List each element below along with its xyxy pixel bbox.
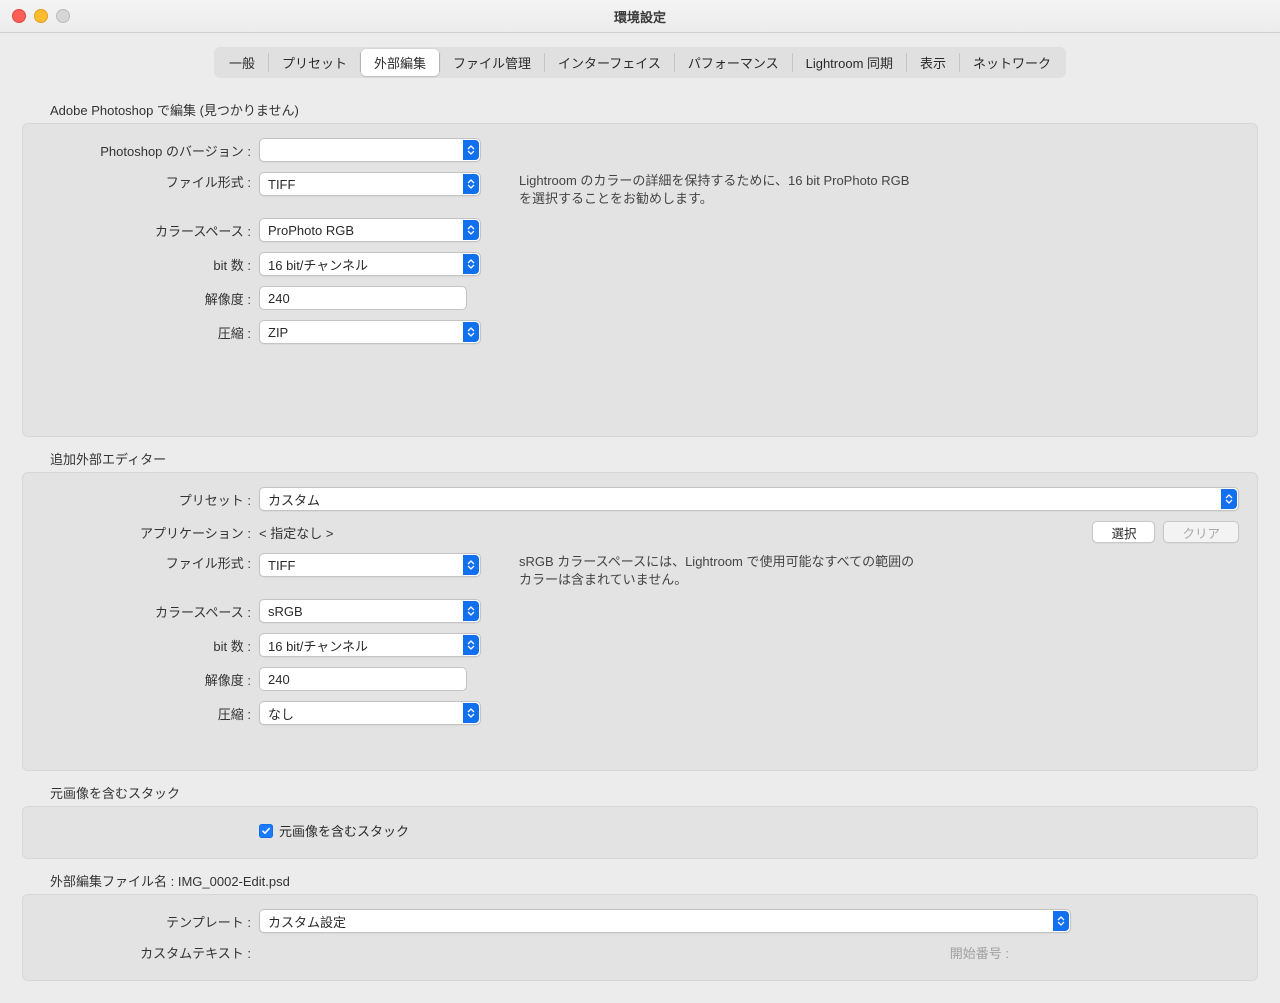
preferences-tabstrip: 一般 プリセット 外部編集 ファイル管理 インターフェイス パフォーマンス Li…	[0, 47, 1280, 78]
additional-bit-depth-label: bit 数 :	[41, 636, 259, 655]
dropdown-arrows-icon	[1221, 489, 1237, 509]
stack-section-title: 元画像を含むスタック	[50, 783, 1258, 802]
additional-bit-depth-select[interactable]: 16 bit/チャンネル	[259, 633, 481, 657]
stack-with-original-label: 元画像を含むスタック	[279, 821, 409, 840]
filename-section-title-value: IMG_0002-Edit.psd	[178, 874, 290, 889]
dropdown-arrows-icon	[463, 555, 479, 575]
zoom-window-button	[56, 9, 70, 23]
ps-hint-text: Lightroom のカラーの詳細を保持するために、16 bit ProPhot…	[519, 172, 919, 208]
additional-file-format-select[interactable]: TIFF	[259, 553, 481, 577]
tab-network[interactable]: ネットワーク	[960, 49, 1064, 76]
tab-file-handling[interactable]: ファイル管理	[440, 49, 544, 76]
window-titlebar: 環境設定	[0, 0, 1280, 33]
template-value: カスタム設定	[268, 912, 346, 931]
additional-resolution-input[interactable]: 240	[259, 667, 467, 691]
tab-general[interactable]: 一般	[216, 49, 268, 76]
photoshop-panel: Photoshop のバージョン : ファイル形式 : TIFF Lightro…	[22, 123, 1258, 437]
photoshop-section-title: Adobe Photoshop で編集 (見つかりません)	[50, 100, 1258, 119]
ps-bit-depth-label: bit 数 :	[41, 255, 259, 274]
photoshop-version-label: Photoshop のバージョン :	[41, 141, 259, 160]
ps-compression-value: ZIP	[268, 325, 288, 340]
additional-color-space-label: カラースペース :	[41, 602, 259, 621]
dropdown-arrows-icon	[463, 322, 479, 342]
additional-resolution-label: 解像度 :	[41, 670, 259, 689]
additional-file-format-label: ファイル形式 :	[41, 553, 259, 572]
ps-color-space-label: カラースペース :	[41, 221, 259, 240]
filename-section-title: 外部編集ファイル名 : IMG_0002-Edit.psd	[50, 871, 1258, 890]
ps-file-format-select[interactable]: TIFF	[259, 172, 481, 196]
ps-color-space-value: ProPhoto RGB	[268, 223, 354, 238]
ps-bit-depth-value: 16 bit/チャンネル	[268, 255, 368, 274]
template-select[interactable]: カスタム設定	[259, 909, 1071, 933]
close-window-button[interactable]	[12, 9, 26, 23]
additional-hint-text: sRGB カラースペースには、Lightroom で使用可能なすべての範囲のカラ…	[519, 553, 919, 589]
additional-resolution-value: 240	[268, 672, 290, 687]
clear-application-button: クリア	[1163, 521, 1239, 543]
ps-color-space-select[interactable]: ProPhoto RGB	[259, 218, 481, 242]
additional-application-value: < 指定なし >	[259, 523, 333, 542]
filename-section-title-prefix: 外部編集ファイル名 :	[50, 874, 178, 889]
ps-file-format-value: TIFF	[268, 177, 295, 192]
additional-panel: プリセット : カスタム アプリケーション : < 指定なし > 選択 クリア …	[22, 472, 1258, 771]
dropdown-arrows-icon	[463, 601, 479, 621]
tab-external-editing[interactable]: 外部編集	[361, 49, 439, 76]
dropdown-arrows-icon	[463, 140, 479, 160]
additional-preset-value: カスタム	[268, 490, 320, 509]
start-number-label: 開始番号 :	[950, 943, 1009, 962]
ps-compression-select[interactable]: ZIP	[259, 320, 481, 344]
window-title: 環境設定	[0, 7, 1280, 26]
ps-resolution-label: 解像度 :	[41, 289, 259, 308]
additional-section-title: 追加外部エディター	[50, 449, 1258, 468]
template-label: テンプレート :	[41, 912, 259, 931]
tab-display[interactable]: 表示	[907, 49, 959, 76]
additional-preset-select[interactable]: カスタム	[259, 487, 1239, 511]
dropdown-arrows-icon	[463, 254, 479, 274]
tab-lightroom-sync[interactable]: Lightroom 同期	[793, 49, 906, 76]
ps-resolution-value: 240	[268, 291, 290, 306]
tab-interface[interactable]: インターフェイス	[545, 49, 674, 76]
additional-compression-value: なし	[268, 704, 294, 723]
additional-file-format-value: TIFF	[268, 558, 295, 573]
ps-compression-label: 圧縮 :	[41, 323, 259, 342]
dropdown-arrows-icon	[463, 635, 479, 655]
tab-presets[interactable]: プリセット	[269, 49, 360, 76]
dropdown-arrows-icon	[463, 174, 479, 194]
filename-panel: テンプレート : カスタム設定 カスタムテキスト : 開始番号 :	[22, 894, 1258, 981]
ps-file-format-label: ファイル形式 :	[41, 172, 259, 191]
ps-bit-depth-select[interactable]: 16 bit/チャンネル	[259, 252, 481, 276]
additional-color-space-value: sRGB	[268, 604, 303, 619]
additional-compression-select[interactable]: なし	[259, 701, 481, 725]
ps-resolution-input[interactable]: 240	[259, 286, 467, 310]
additional-application-label: アプリケーション :	[41, 523, 259, 542]
dropdown-arrows-icon	[463, 220, 479, 240]
custom-text-label: カスタムテキスト :	[41, 943, 259, 962]
additional-bit-depth-value: 16 bit/チャンネル	[268, 636, 368, 655]
select-application-button[interactable]: 選択	[1092, 521, 1155, 543]
dropdown-arrows-icon	[463, 703, 479, 723]
additional-color-space-select[interactable]: sRGB	[259, 599, 481, 623]
additional-preset-label: プリセット :	[41, 490, 259, 509]
stack-with-original-checkbox[interactable]	[259, 824, 273, 838]
tab-performance[interactable]: パフォーマンス	[675, 49, 792, 76]
photoshop-version-select[interactable]	[259, 138, 481, 162]
additional-compression-label: 圧縮 :	[41, 704, 259, 723]
stack-panel: 元画像を含むスタック	[22, 806, 1258, 859]
minimize-window-button[interactable]	[34, 9, 48, 23]
dropdown-arrows-icon	[1053, 911, 1069, 931]
